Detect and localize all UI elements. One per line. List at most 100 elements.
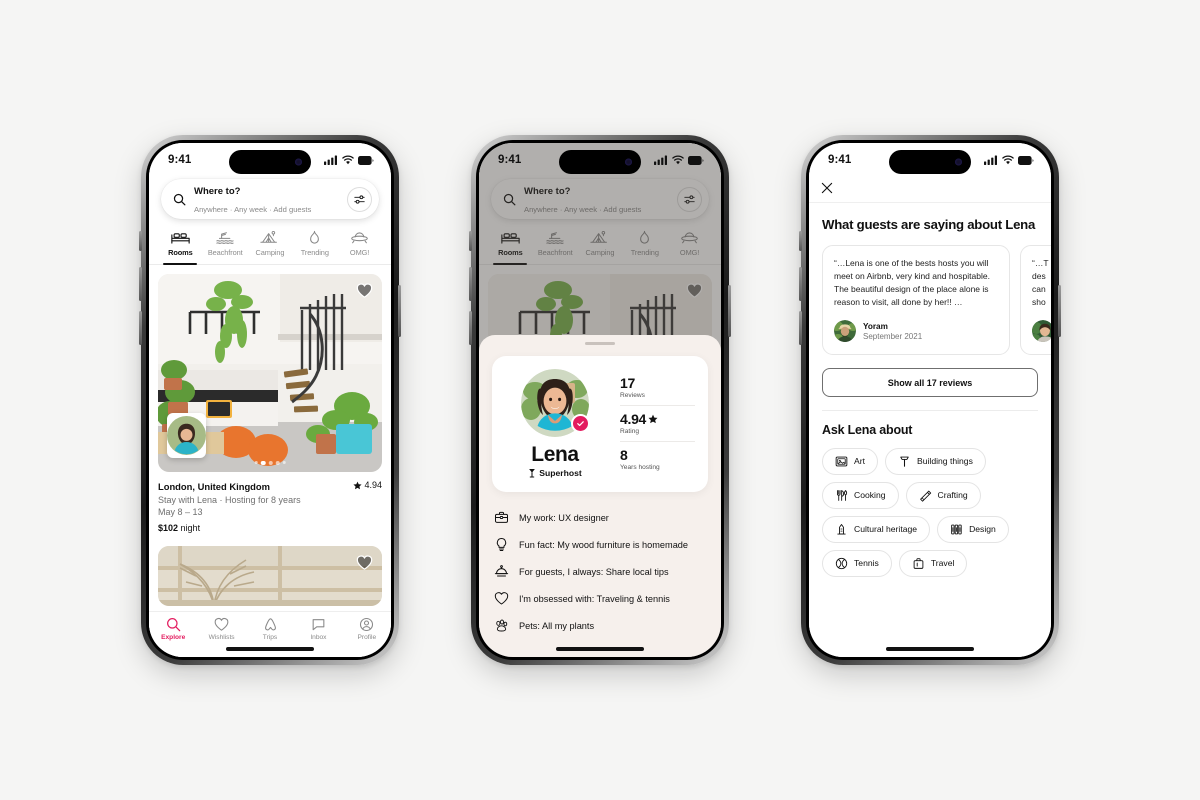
tab-label: Wishlists	[208, 634, 235, 641]
stat-number: 17	[620, 375, 635, 391]
art-frame-icon	[835, 456, 848, 467]
chip-art[interactable]: Art	[822, 447, 878, 475]
bell-service-icon	[494, 565, 509, 577]
chip-travel[interactable]: Travel	[898, 549, 968, 577]
phone-bezel: 9:41 What guests are saying about Lena “…	[806, 140, 1054, 660]
heart-icon	[356, 283, 373, 298]
host-profile-card: Lena Superhost 17 Reviews 4.94 Rating 8 …	[492, 356, 708, 492]
volume-down-button[interactable]	[469, 311, 472, 345]
search-title: Where to?	[194, 186, 241, 197]
silence-switch[interactable]	[799, 231, 802, 251]
category-label: Trending	[300, 248, 329, 257]
dynamic-island	[559, 150, 641, 174]
category-tab-omg[interactable]: OMG!	[337, 228, 382, 264]
tab-wishlists[interactable]: Wishlists	[197, 617, 245, 641]
power-button[interactable]	[1058, 285, 1061, 337]
review-text: “…T des can sho	[1032, 258, 1049, 307]
reviews-body[interactable]: What guests are saying about Lena “…Lena…	[809, 203, 1051, 657]
volume-down-button[interactable]	[139, 311, 142, 345]
fact-guests: For guests, I always: Share local tips	[494, 558, 706, 585]
category-tab-beachfront[interactable]: Beachfront	[203, 228, 248, 264]
review-card[interactable]: “…Lena is one of the bests hosts you wil…	[822, 245, 1010, 355]
fact-obsessed: I'm obsessed with: Traveling & tennis	[494, 585, 706, 612]
filter-button[interactable]	[347, 186, 372, 212]
fact-text: Pets: All my plants	[519, 620, 595, 631]
host-avatar-image	[167, 416, 206, 455]
category-tab-trending[interactable]: Trending	[292, 228, 337, 264]
front-camera-icon	[955, 158, 962, 166]
carousel-dot[interactable]	[282, 461, 286, 465]
power-button[interactable]	[728, 285, 731, 337]
review-author	[1032, 320, 1051, 342]
carousel-dot[interactable]	[254, 461, 258, 465]
silence-switch[interactable]	[469, 231, 472, 251]
lightbulb-icon	[496, 538, 507, 551]
review-card[interactable]: “…T des can sho	[1020, 245, 1051, 355]
chip-crafting[interactable]: Crafting	[905, 481, 981, 509]
volume-down-button[interactable]	[799, 311, 802, 345]
volume-up-button[interactable]	[799, 267, 802, 301]
show-all-reviews-button[interactable]: Show all 17 reviews	[822, 368, 1038, 397]
tab-inbox[interactable]: Inbox	[294, 617, 342, 641]
front-camera-icon	[295, 158, 302, 166]
category-tab-camping[interactable]: Camping	[248, 228, 293, 264]
wishlist-heart-button-2[interactable]	[356, 554, 373, 571]
tab-profile[interactable]: Profile	[343, 617, 391, 641]
flame-trending-icon	[310, 230, 320, 244]
search-icon	[173, 193, 186, 205]
carousel-dot[interactable]	[268, 460, 273, 465]
battery-icon	[1018, 155, 1034, 165]
listing-card-2[interactable]	[158, 545, 382, 606]
sheet-grabber[interactable]	[585, 342, 615, 345]
fact-text: For guests, I always: Share local tips	[519, 566, 669, 577]
chip-cultural-heritage[interactable]: Cultural heritage	[822, 515, 931, 543]
tab-trips[interactable]: Trips	[246, 617, 294, 641]
volume-up-button[interactable]	[139, 267, 142, 301]
phone-bezel: 9:41 Where to? Anywhere · Any week · Add…	[476, 140, 724, 660]
stat-value: 17	[620, 375, 695, 391]
tab-explore[interactable]: Explore	[149, 617, 197, 641]
close-button[interactable]	[821, 181, 833, 199]
superhost-badge: Superhost	[528, 468, 582, 478]
reviews-carousel[interactable]: “…Lena is one of the bests hosts you wil…	[822, 245, 1051, 355]
home-indicator[interactable]	[886, 647, 974, 651]
battery-icon	[688, 155, 704, 165]
host-stats: 17 Reviews 4.94 Rating 8 Years hosting	[611, 369, 695, 478]
screenshot-stage: 9:41 Where to? Anywhere · Any week · Add…	[0, 0, 1200, 800]
wishlist-heart-button[interactable]	[356, 282, 373, 299]
design-books-icon	[951, 524, 962, 535]
screen-reviews: 9:41 What guests are saying about Lena “…	[809, 143, 1051, 657]
listing-photo[interactable]	[158, 274, 382, 472]
status-indicators	[984, 155, 1034, 165]
chip-building-things[interactable]: Building things	[884, 447, 986, 475]
category-tabs: Rooms Beachfront Camping Trending OMG!	[149, 228, 391, 265]
carousel-dot[interactable]	[260, 460, 266, 465]
fact-text: Fun fact: My wood furniture is homemade	[519, 539, 689, 550]
volume-up-button[interactable]	[469, 267, 472, 301]
home-indicator[interactable]	[556, 647, 644, 651]
stat-value: 8	[620, 447, 695, 463]
silence-switch[interactable]	[139, 231, 142, 251]
host-avatar-chip[interactable]	[167, 413, 206, 458]
phone-profile-sheet: 9:41 Where to? Anywhere · Any week · Add…	[469, 135, 731, 665]
category-label: Beachfront	[207, 248, 243, 257]
photo-carousel-dots[interactable]	[254, 460, 286, 465]
stat-rating: 4.94 Rating	[620, 405, 695, 441]
fact-fun: Fun fact: My wood furniture is homemade	[494, 531, 706, 558]
listing-card[interactable]: London, United Kingdom 4.94 Stay with Le…	[158, 265, 382, 533]
chip-cooking[interactable]: Cooking	[822, 481, 899, 509]
chip-tennis[interactable]: Tennis	[822, 549, 892, 577]
airbnb-explore-app: 9:41 Where to? Anywhere · Any week · Add…	[149, 143, 391, 657]
search-bar[interactable]: Where to? Anywhere · Any week · Add gues…	[161, 179, 379, 219]
listing-feed[interactable]: London, United Kingdom 4.94 Stay with Le…	[149, 265, 391, 657]
power-button[interactable]	[398, 285, 401, 337]
home-indicator[interactable]	[226, 647, 314, 651]
stat-years-hosting: 8 Years hosting	[620, 441, 695, 477]
carousel-dot[interactable]	[275, 460, 280, 465]
status-time: 9:41	[168, 154, 192, 166]
verified-check-icon	[577, 421, 584, 427]
category-tab-rooms[interactable]: Rooms	[158, 228, 203, 265]
chip-design[interactable]: Design	[937, 515, 1009, 543]
chip-label: Travel	[930, 558, 955, 569]
search-subtitle: Anywhere · Any week · Add guests	[194, 205, 312, 214]
